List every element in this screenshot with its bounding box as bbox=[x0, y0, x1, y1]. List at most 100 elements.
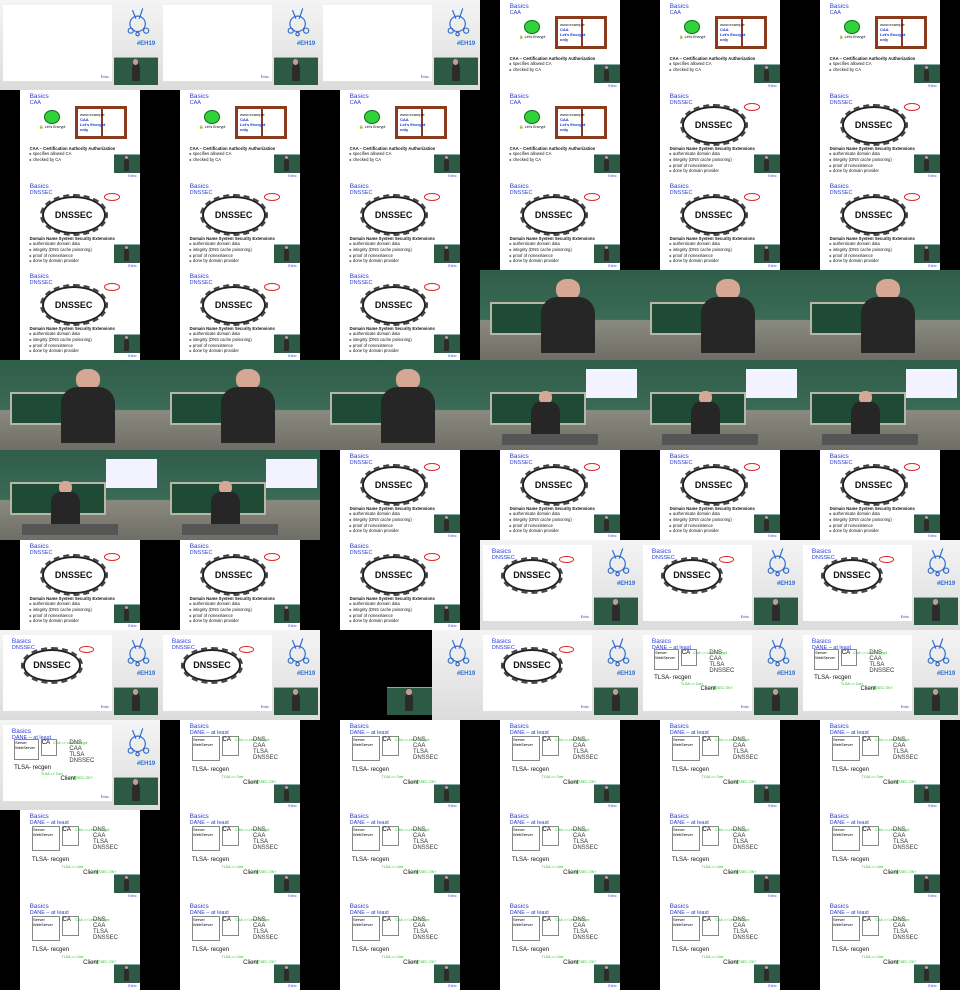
video-thumbnail[interactable]: Basics DANE – at least Exho Server WebServer… bbox=[800, 810, 960, 900]
video-thumbnail[interactable]: Basics DANE – at least Exho Server WebServer… bbox=[640, 810, 800, 900]
video-thumbnail[interactable]: Basics DANE – at least Exho Server WebServer… bbox=[160, 900, 320, 990]
slide-caption: Domain Name System Security Extensions ▸ … bbox=[350, 596, 446, 624]
slide-footer: Exho bbox=[288, 264, 297, 269]
video-thumbnail[interactable]: Basics CAA Exho 🔒 Let's Encrypt www.example C… bbox=[480, 90, 640, 180]
video-thumbnail[interactable]: Basics DNSSEC Exho DNSSEC #EH19 bbox=[800, 540, 960, 630]
projection-screen bbox=[105, 459, 157, 488]
flow-label: TLSA => Cert bbox=[221, 955, 244, 960]
caa-record-text: www.example CAA Let's Encrypt only bbox=[720, 22, 745, 42]
video-thumbnail[interactable]: Basics DNSSEC Exho DNSSEC Domain Name System… bbox=[0, 270, 160, 360]
video-thumbnail[interactable] bbox=[0, 450, 160, 540]
video-thumbnail[interactable]: Basics CAA Exho 🔒 Let's Encrypt www.example C… bbox=[320, 90, 480, 180]
video-thumbnail[interactable]: Basics DNSSEC Exho DNSSEC #EH19 bbox=[640, 540, 800, 630]
video-thumbnail[interactable]: Basics DANE – at least Exho Server WebServer… bbox=[0, 720, 160, 810]
video-thumbnail[interactable]: Basics DANE – at least Exho Server WebServer… bbox=[480, 900, 640, 990]
video-thumbnail[interactable] bbox=[640, 360, 800, 450]
video-thumbnail[interactable]: Basics CAA Exho 🔒 Let's Encrypt www.example C… bbox=[0, 90, 160, 180]
video-thumbnail[interactable]: Basics DNSSEC Exho DNSSEC Domain Name System… bbox=[320, 540, 480, 630]
video-thumbnail[interactable]: Basics CAA Exho 🔒 Let's Encrypt www.example C… bbox=[480, 0, 640, 90]
video-thumbnail[interactable]: Basics DANE – at least Exho Server WebServer… bbox=[480, 810, 640, 900]
video-thumbnail[interactable]: Basics DANE – at least Exho Server WebServer… bbox=[800, 720, 960, 810]
tlsa-recgen: TLSA- recgen bbox=[672, 946, 710, 953]
video-thumbnail[interactable] bbox=[160, 450, 320, 540]
video-thumbnail[interactable]: Basics DNSSEC Exho DNSSEC #EH19 bbox=[480, 630, 640, 720]
slide-subtitle: DNSSEC bbox=[669, 100, 693, 107]
video-thumbnail[interactable] bbox=[160, 360, 320, 450]
video-thumbnail[interactable]: Basics DANE – at least Exho Server WebServer… bbox=[800, 630, 960, 720]
slide-title: Basics bbox=[349, 542, 369, 550]
video-thumbnail[interactable] bbox=[480, 270, 640, 360]
lectern-desk bbox=[822, 433, 919, 445]
video-thumbnail[interactable]: Basics DANE – at least Exho Server WebServer… bbox=[0, 900, 160, 990]
video-thumbnail[interactable]: Exho #EH19 bbox=[320, 0, 480, 90]
video-thumbnail[interactable]: Basics DNSSEC Exho DNSSEC Domain Name System… bbox=[640, 90, 800, 180]
video-thumbnail[interactable]: Basics DNSSEC Exho DNSSEC #EH19 bbox=[0, 630, 160, 720]
video-thumbnail[interactable]: Basics DNSSEC Exho DNSSEC Domain Name System… bbox=[160, 180, 320, 270]
slide-caption: CAA – Certification Authority Authorizat… bbox=[350, 146, 446, 163]
video-thumbnail[interactable]: Basics CAA Exho 🔒 Let's Encrypt www.example C… bbox=[640, 0, 800, 90]
flow-label: TLSA => Cert bbox=[701, 865, 724, 870]
video-thumbnail[interactable]: Basics DANE – at least Exho Server WebServer… bbox=[640, 900, 800, 990]
event-rabbit-logo bbox=[440, 5, 475, 39]
slide: Basics DNSSEC Exho DNSSEC Domain Name System… bbox=[340, 270, 460, 360]
video-thumbnail[interactable]: Basics DANE – at least Exho Server WebServer… bbox=[160, 720, 320, 810]
video-thumbnail[interactable]: Basics DNSSEC Exho DNSSEC Domain Name System… bbox=[480, 180, 640, 270]
video-thumbnail[interactable]: Exho #EH19 bbox=[0, 0, 160, 90]
slide-subtitle: DNSSEC bbox=[669, 190, 693, 197]
slide-title: Basics bbox=[509, 722, 529, 730]
slide-caption: Domain Name System Security Extensions ▸ … bbox=[30, 236, 126, 264]
slide-title: Basics bbox=[651, 547, 672, 555]
video-thumbnail[interactable] bbox=[640, 270, 800, 360]
webserver-label: WebServer bbox=[655, 654, 675, 660]
video-thumbnail[interactable]: Basics DANE – at least Exho Server WebServer… bbox=[0, 810, 160, 900]
slide-footer: Exho bbox=[928, 174, 937, 179]
video-thumbnail[interactable]: Basics DNSSEC Exho DNSSEC Domain Name System… bbox=[0, 540, 160, 630]
camera-inset bbox=[113, 963, 140, 983]
video-thumbnail[interactable]: Basics CAA Exho 🔒 Let's Encrypt www.example C… bbox=[160, 90, 320, 180]
highlight-oval bbox=[424, 192, 441, 201]
video-thumbnail[interactable]: Basics CAA Exho 🔒 Let's Encrypt www.example C… bbox=[800, 0, 960, 90]
slide-caption: Domain Name System Security Extensions ▸ … bbox=[510, 236, 606, 264]
video-thumbnail[interactable]: #EH19 bbox=[320, 630, 480, 720]
video-thumbnail[interactable]: Basics DANE – at least Exho Server WebServer… bbox=[640, 720, 800, 810]
slide-subtitle: DNSSEC bbox=[189, 550, 213, 557]
video-thumbnail[interactable]: Basics DNSSEC Exho DNSSEC Domain Name System… bbox=[640, 180, 800, 270]
video-thumbnail[interactable]: Basics DNSSEC Exho DNSSEC Domain Name System… bbox=[320, 270, 480, 360]
video-thumbnail[interactable]: Exho #EH19 bbox=[160, 0, 320, 90]
camera-inset bbox=[273, 873, 300, 893]
video-thumbnail[interactable]: Basics DNSSEC Exho DNSSEC Domain Name System… bbox=[320, 180, 480, 270]
slide-header: Basics DNSSEC bbox=[670, 183, 693, 197]
slide-caption: CAA – Certification Authority Authorizat… bbox=[830, 56, 926, 73]
video-thumbnail[interactable] bbox=[320, 360, 480, 450]
client-label: Client bbox=[563, 779, 579, 786]
camera-inset bbox=[113, 603, 140, 623]
video-thumbnail[interactable]: Basics DNSSEC Exho DNSSEC Domain Name System… bbox=[160, 540, 320, 630]
slide-caption: Domain Name System Security Extensions ▸ … bbox=[830, 236, 926, 264]
video-thumbnail[interactable] bbox=[800, 270, 960, 360]
flow-label: CAA => Let's Encrypt bbox=[853, 650, 888, 655]
video-thumbnail[interactable]: Basics DNSSEC Exho DNSSEC Domain Name System… bbox=[800, 90, 960, 180]
video-thumbnail[interactable]: Basics DNSSEC Exho DNSSEC #EH19 bbox=[160, 630, 320, 720]
video-thumbnail[interactable]: Basics DANE – at least Exho Server WebServer… bbox=[320, 720, 480, 810]
camera-inset bbox=[593, 873, 620, 893]
video-thumbnail[interactable] bbox=[0, 360, 160, 450]
video-thumbnail[interactable]: Basics DNSSEC Exho DNSSEC Domain Name System… bbox=[640, 450, 800, 540]
video-thumbnail[interactable]: Basics DNSSEC Exho DNSSEC Domain Name System… bbox=[800, 180, 960, 270]
slide-footer: Exho bbox=[128, 264, 137, 269]
slide-title: Basics bbox=[829, 902, 849, 910]
video-thumbnail[interactable]: Basics DANE – at least Exho Server WebServer… bbox=[320, 810, 480, 900]
video-thumbnail[interactable]: Basics DANE – at least Exho Server WebServer… bbox=[640, 630, 800, 720]
video-thumbnail[interactable]: Basics DNSSEC Exho DNSSEC Domain Name System… bbox=[0, 180, 160, 270]
video-thumbnail[interactable]: Basics DNSSEC Exho DNSSEC Domain Name System… bbox=[320, 450, 480, 540]
video-thumbnail[interactable]: Basics DNSSEC Exho DNSSEC #EH19 bbox=[480, 540, 640, 630]
video-thumbnail[interactable]: Basics DNSSEC Exho DNSSEC Domain Name System… bbox=[480, 450, 640, 540]
video-thumbnail[interactable]: Basics DANE – at least Exho Server WebServer… bbox=[480, 720, 640, 810]
video-thumbnail[interactable]: Basics DANE – at least Exho Server WebServer… bbox=[160, 810, 320, 900]
video-thumbnail[interactable]: Basics DNSSEC Exho DNSSEC Domain Name System… bbox=[160, 270, 320, 360]
video-thumbnail[interactable]: Basics DANE – at least Exho Server WebServer… bbox=[320, 900, 480, 990]
slide-footer: Exho bbox=[448, 624, 457, 629]
video-thumbnail[interactable] bbox=[480, 360, 640, 450]
video-thumbnail[interactable]: Basics DNSSEC Exho DNSSEC Domain Name System… bbox=[800, 450, 960, 540]
video-thumbnail[interactable] bbox=[800, 360, 960, 450]
video-thumbnail[interactable]: Basics DANE – at least Exho Server WebServer… bbox=[800, 900, 960, 990]
